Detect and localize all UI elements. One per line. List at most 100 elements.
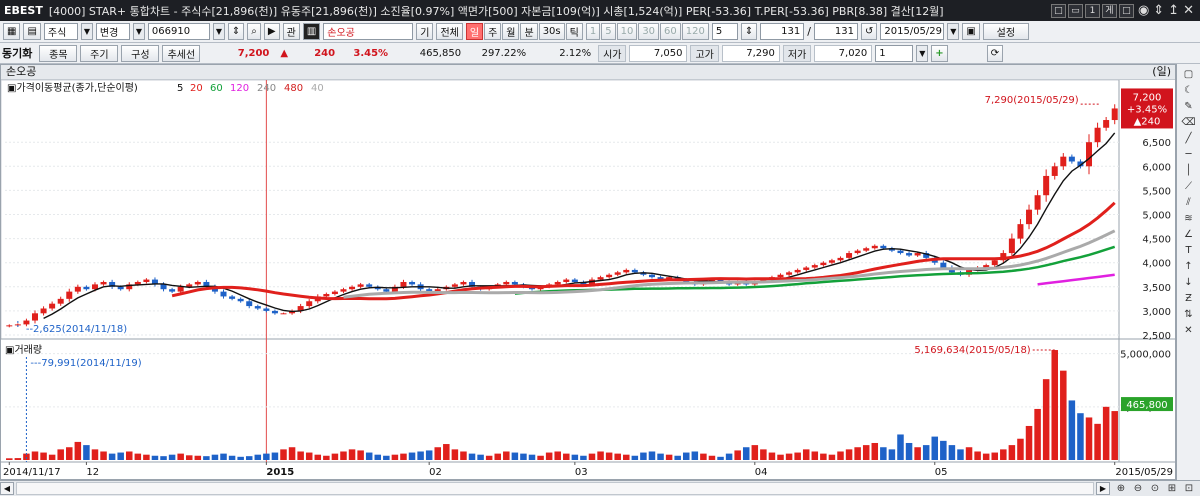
interval-tab-4[interactable]: 60	[660, 23, 681, 40]
mode-select[interactable]: 변경	[95, 23, 130, 40]
x-tick-label: 12	[86, 467, 99, 478]
x-tick-label: 2014/11/17	[3, 467, 61, 478]
arrow-down-icon[interactable]: ↓	[1181, 276, 1197, 290]
vline-icon[interactable]: │	[1181, 164, 1197, 178]
window-control-3[interactable]: ✕	[1183, 3, 1194, 18]
trend-icon[interactable]: ⟋	[1181, 180, 1197, 194]
stock-code-input[interactable]: 066910	[147, 23, 210, 40]
quote-button-3[interactable]: 추세선	[162, 44, 201, 62]
code-dropdown-icon[interactable]: ▼	[212, 23, 225, 40]
window-button-1[interactable]: ▭	[1067, 3, 1083, 18]
spin-input[interactable]: 1	[875, 44, 914, 62]
volume-bar	[100, 451, 107, 460]
candle-body	[794, 269, 801, 273]
count-input-b[interactable]: 131	[813, 23, 858, 40]
candle-body	[366, 284, 373, 287]
window-button-4[interactable]: □	[1118, 3, 1134, 18]
window-control-1[interactable]: ⇕	[1153, 3, 1164, 18]
zoom-reset-icon[interactable]: ⊙	[1148, 482, 1162, 495]
period-tab-2[interactable]: 월	[502, 23, 520, 40]
open-price: 7,050	[629, 44, 688, 62]
mode-dropdown-icon[interactable]: ▼	[132, 23, 145, 40]
line-icon[interactable]: ╱	[1181, 132, 1197, 146]
candle-body	[1086, 142, 1093, 167]
window-button-2[interactable]: 1	[1084, 3, 1100, 18]
candle-body	[237, 298, 244, 302]
reload-icon[interactable]: ⟳	[986, 44, 1004, 62]
candle-body	[1026, 209, 1033, 225]
candle-body	[331, 291, 338, 295]
interval-input[interactable]: 5	[711, 23, 738, 40]
candle-body	[871, 245, 878, 249]
chart-svg[interactable]: 2,500 3,000 3,500 4,000 4,500 5,000 5,500 6,000…	[1, 80, 1175, 480]
chart-area[interactable]: 손오공 (일) 2,500 3,000 3,500 4,000 4,500 5,000 5,…	[0, 64, 1176, 480]
search-icon[interactable]: ⌕	[247, 23, 261, 40]
zoom-step-icon[interactable]: ⊡	[1182, 482, 1196, 495]
market-select[interactable]: 주식	[43, 23, 78, 40]
fib-icon[interactable]: ≋	[1181, 212, 1197, 226]
ma-line-120	[1037, 273, 1115, 286]
cross-icon[interactable]: ☾	[1181, 84, 1197, 98]
window-button-0[interactable]: □	[1050, 3, 1066, 18]
max-volume-annotation: 5,169,634(2015/05/18)	[914, 345, 1030, 356]
zoom-in-icon[interactable]: ⊕	[1114, 482, 1128, 495]
fit-icon[interactable]: ▢	[1181, 68, 1197, 82]
window-button-3[interactable]: 게	[1101, 3, 1117, 18]
interval-tab-3[interactable]: 30	[638, 23, 660, 40]
arrow-up-icon[interactable]: ↑	[1181, 260, 1197, 274]
scroll-right-icon[interactable]: ▶	[1096, 482, 1110, 495]
zz-icon[interactable]: Ƶ	[1181, 292, 1197, 306]
calendar-icon[interactable]: ▣	[962, 23, 980, 40]
zoom-out-icon[interactable]: ⊖	[1131, 482, 1145, 495]
arrows-icon[interactable]: ⇅	[1181, 308, 1197, 322]
date-input[interactable]: 2015/05/29	[880, 23, 945, 40]
settings-button[interactable]: 설정	[982, 23, 1029, 40]
period-tab-0[interactable]: 일	[465, 23, 484, 40]
text-icon[interactable]: T	[1181, 244, 1197, 258]
zoom-fit-icon[interactable]: ⊞	[1165, 482, 1179, 495]
volume-bar	[237, 456, 244, 460]
window-control-0[interactable]: ◉	[1138, 3, 1149, 18]
scroll-left-icon[interactable]: ◀	[0, 482, 14, 495]
quote-button-0[interactable]: 종목	[39, 44, 78, 62]
add-icon[interactable]: +	[931, 44, 948, 62]
period-tab-5[interactable]: 틱	[565, 23, 583, 40]
refresh-icon[interactable]: ↺	[860, 23, 878, 40]
gann-icon[interactable]: ∠	[1181, 228, 1197, 242]
interval-tab-2[interactable]: 10	[616, 23, 638, 40]
interval-tab-5[interactable]: 120	[681, 23, 709, 40]
interval-stepper-icon[interactable]: ⇕	[740, 23, 758, 40]
pen-icon[interactable]: ✎	[1181, 100, 1197, 114]
market-dropdown-icon[interactable]: ▼	[80, 23, 93, 40]
period-tab-3[interactable]: 분	[520, 23, 538, 40]
period-tab-1[interactable]: 주	[484, 23, 502, 40]
period-tab-4[interactable]: 30s	[538, 23, 565, 40]
date-dropdown-icon[interactable]: ▼	[947, 23, 960, 40]
interval-tab-0[interactable]: 1	[585, 23, 601, 40]
candle-body	[409, 281, 416, 285]
candle-body	[246, 301, 253, 307]
window-control-2[interactable]: ↥	[1168, 3, 1179, 18]
scroll-track[interactable]	[16, 482, 1094, 495]
ratio-icon[interactable]: ▥	[302, 23, 321, 40]
eraser-icon[interactable]: ⌫	[1181, 116, 1197, 130]
related-button[interactable]: 관	[282, 23, 300, 40]
x-tick-label: 03	[575, 467, 588, 478]
hline-icon[interactable]: ─	[1181, 148, 1197, 162]
count-input-a[interactable]: 131	[760, 23, 805, 40]
volume-bar	[263, 453, 270, 460]
volume-tick-label: 5,000,000	[1120, 350, 1171, 361]
volume-bar	[640, 452, 647, 460]
chart-settings-button[interactable]: ▦	[3, 23, 21, 40]
basic-button[interactable]: 기	[416, 23, 434, 40]
play-icon[interactable]: ▶	[263, 23, 280, 40]
spin-dropdown-icon[interactable]: ▼	[916, 44, 929, 62]
save-icon[interactable]: ▤	[23, 23, 41, 40]
quote-button-1[interactable]: 주기	[80, 44, 119, 62]
clear-icon[interactable]: ✕	[1181, 324, 1197, 338]
all-button[interactable]: 전체	[436, 23, 463, 40]
stepper-icon[interactable]: ⇕	[227, 23, 245, 40]
interval-tab-1[interactable]: 5	[601, 23, 616, 40]
quote-button-2[interactable]: 구성	[121, 44, 160, 62]
channel-icon[interactable]: ⫽	[1181, 196, 1197, 210]
